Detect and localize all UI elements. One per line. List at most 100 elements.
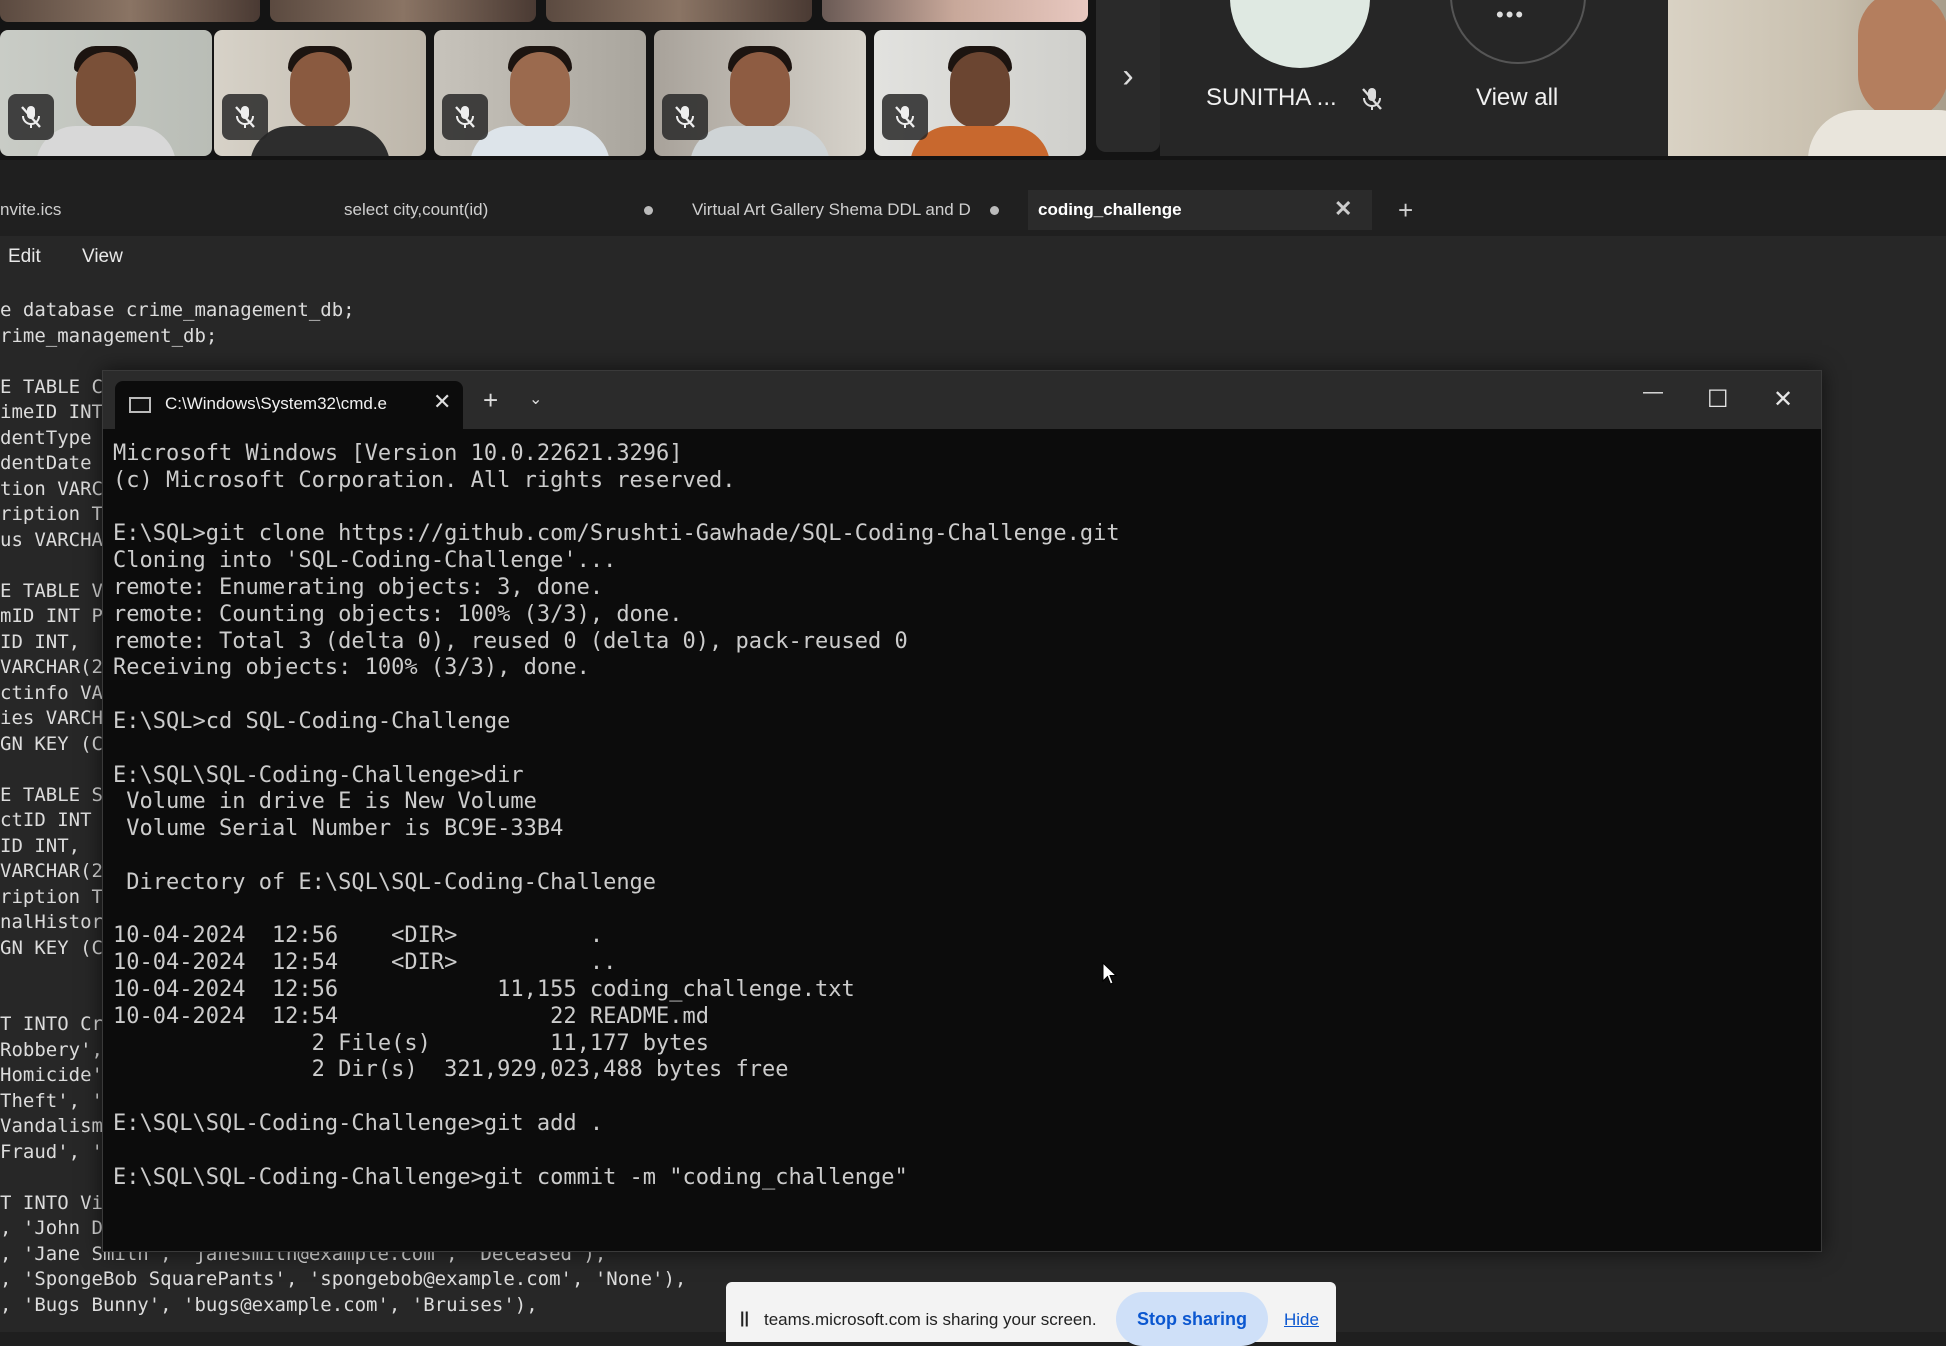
menu-view[interactable]: View [82, 246, 123, 268]
tab-virtual-art-gallery[interactable]: Virtual Art Gallery Shema DDL and D [682, 190, 1022, 230]
code-line: tion VARC [0, 477, 103, 500]
mic-off-icon [442, 94, 488, 140]
terminal-line: Receiving objects: 100% (3/3), done. [113, 655, 590, 681]
terminal-line: Cloning into 'SQL-Coding-Challenge'... [113, 548, 617, 574]
pause-icon: || [740, 1310, 749, 1327]
mic-off-icon [882, 94, 928, 140]
stop-sharing-button[interactable]: Stop sharing [1116, 1292, 1268, 1346]
meeting-video-strip: › SS SUNITHA ... ••• View all [0, 0, 1946, 160]
terminal-line: E:\SQL\SQL-Coding-Challenge>git add . [113, 1110, 604, 1136]
new-terminal-tab-button[interactable]: + [483, 385, 498, 416]
terminal-line: (c) Microsoft Corporation. All rights re… [113, 467, 736, 493]
tab-label: coding_challenge [1038, 200, 1182, 219]
editor-menu-bar: Edit View [0, 236, 1946, 280]
participant-tile[interactable]: SS SUNITHA ... ••• View all [1160, 0, 1668, 156]
code-line: Robbery', [0, 1038, 103, 1061]
unsaved-dot-icon [644, 206, 653, 215]
code-line: Vandalism [0, 1115, 103, 1137]
terminal-output[interactable]: Microsoft Windows [Version 10.0.22621.32… [113, 441, 1811, 1241]
code-line: ctinfo VA [0, 681, 103, 704]
command-prompt-window: C:\Windows\System32\cmd.e ✕ + ⌄ — ☐ ✕ Mi… [102, 370, 1822, 1252]
code-line: T INTO Vi [0, 1191, 103, 1214]
terminal-line: Directory of E:\SQL\SQL-Coding-Challenge [113, 869, 657, 895]
chevron-down-icon[interactable]: ⌄ [529, 389, 542, 409]
cmd-tab[interactable]: C:\Windows\System32\cmd.e ✕ [115, 381, 463, 429]
code-line: rime_management_db; [0, 324, 218, 347]
code-line: mID INT P [0, 605, 103, 627]
code-line: VARCHAR(2 [0, 656, 103, 678]
code-line: E TABLE S [0, 783, 103, 806]
avatar: SS [1230, 0, 1370, 68]
terminal-line: 10-04-2024 12:56 11,155 coding_challenge… [113, 976, 855, 1002]
code-line: imeID INT [0, 401, 103, 423]
terminal-line: remote: Enumerating objects: 3, done. [113, 574, 604, 600]
code-line: E TABLE C [0, 375, 103, 398]
participant-video-top [270, 0, 536, 22]
code-line: dentType [0, 426, 92, 449]
code-line: Homicide' [0, 1064, 103, 1086]
self-video [1668, 0, 1946, 156]
code-line: ID INT, [0, 630, 81, 653]
screen-share-bar: || teams.microsoft.com is sharing your s… [726, 1282, 1336, 1346]
tab-label: select city,count(id) [344, 200, 489, 219]
close-tab-icon[interactable]: ✕ [1334, 196, 1352, 222]
participant-video[interactable] [434, 30, 646, 156]
code-line: Fraud', ' [0, 1140, 103, 1163]
code-line: VARCHAR(2 [0, 860, 103, 882]
mic-off-icon [1360, 86, 1384, 117]
maximize-button[interactable]: ☐ [1707, 385, 1729, 414]
code-line: GN KEY (C [0, 936, 103, 959]
code-line: e database crime_management_db; [0, 299, 355, 321]
code-line: ription TE [0, 885, 115, 908]
participant-video[interactable] [654, 30, 866, 156]
terminal-line: Volume in drive E is New Volume [113, 789, 537, 815]
tab-invite[interactable]: nvite.ics [0, 190, 320, 230]
code-line: Theft', ' [0, 1089, 103, 1112]
tab-label: Virtual Art Gallery Shema DDL and D [692, 200, 971, 219]
hide-link[interactable]: Hide [1284, 1310, 1319, 1330]
participant-video-top [822, 0, 1088, 22]
plus-icon: + [1398, 194, 1414, 225]
code-line: ies VARCH [0, 707, 103, 729]
terminal-line: 10-04-2024 12:56 <DIR> . [113, 923, 604, 949]
code-line: ID INT, [0, 834, 81, 857]
terminal-line: remote: Counting objects: 100% (3/3), do… [113, 601, 683, 627]
participant-video[interactable] [0, 30, 212, 156]
terminal-line: remote: Total 3 (delta 0), reused 0 (del… [113, 628, 908, 654]
terminal-line: 2 Dir(s) 321,929,023,488 bytes free [113, 1057, 789, 1083]
unsaved-dot-icon [990, 206, 999, 215]
menu-edit[interactable]: Edit [8, 246, 41, 268]
code-line: ription T [0, 503, 103, 525]
terminal-line: E:\SQL>git clone https://github.com/Srus… [113, 521, 1120, 547]
terminal-line: Volume Serial Number is BC9E-33B4 [113, 816, 564, 842]
cmd-titlebar[interactable]: C:\Windows\System32\cmd.e ✕ + ⌄ — ☐ ✕ [103, 371, 1821, 429]
tab-label: nvite.ics [0, 200, 62, 219]
view-all-button[interactable]: ••• [1450, 0, 1586, 64]
code-line: GN KEY (C [0, 732, 103, 755]
close-window-button[interactable]: ✕ [1773, 385, 1793, 414]
mic-off-icon [222, 94, 268, 140]
code-line: , 'Bugs Bunny', 'bugs@example.com', 'Bru… [0, 1293, 538, 1316]
participant-video[interactable] [214, 30, 426, 156]
terminal-line: 2 File(s) 11,177 bytes [113, 1030, 710, 1056]
more-icon: ••• [1496, 2, 1526, 27]
next-participants-button[interactable]: › [1096, 0, 1160, 152]
tab-coding-challenge[interactable]: coding_challenge ✕ [1028, 190, 1372, 230]
code-line: , 'John D [0, 1217, 103, 1239]
terminal-icon [129, 397, 151, 413]
cmd-tab-title: C:\Windows\System32\cmd.e [165, 394, 388, 413]
minimize-button[interactable]: — [1643, 381, 1663, 404]
close-tab-icon[interactable]: ✕ [433, 389, 451, 415]
mouse-cursor-icon [1102, 961, 1118, 991]
view-all-label[interactable]: View all [1476, 84, 1558, 112]
editor-tab-bar: nvite.ics select city,count(id) Virtual … [0, 190, 1946, 230]
participant-video[interactable] [874, 30, 1086, 156]
tab-select-city[interactable]: select city,count(id) [334, 190, 674, 230]
new-tab-button[interactable]: + [1398, 190, 1428, 230]
